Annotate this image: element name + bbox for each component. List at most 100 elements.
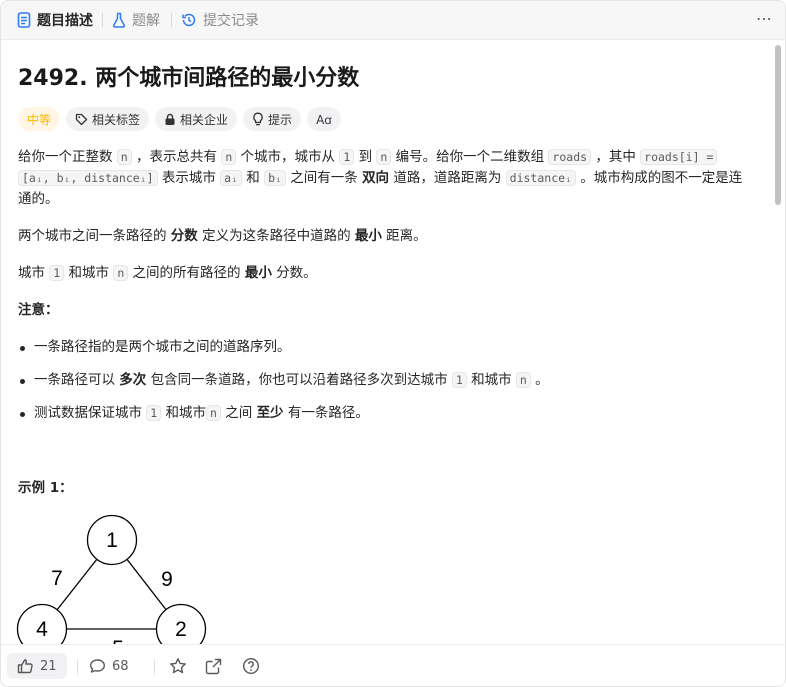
- text: 一条路径指的是两个城市之间的道路序列。: [34, 339, 291, 355]
- text: 给你一个正整数: [18, 149, 117, 165]
- graph-weight-label: 9: [161, 568, 173, 591]
- note-item-3: 测试数据保证城市 1 和城市 n 之间 至少 有一条路径。: [20, 403, 369, 424]
- scrollbar-thumb[interactable]: [775, 45, 781, 205]
- text: ，其中: [591, 149, 641, 165]
- favorite-button[interactable]: [169, 653, 193, 679]
- star-icon: [170, 658, 186, 674]
- problem-panel: 题目描述 题解 提交记录 ⋯ 2492. 两个城市间路径的最小分数 中等 相关标…: [0, 0, 786, 687]
- example-heading: 示例 1：: [18, 480, 73, 496]
- help-circle-icon: [242, 657, 260, 675]
- tab-submissions[interactable]: 提交记录: [181, 1, 259, 39]
- document-icon: [17, 12, 31, 28]
- inline-code: [aᵢ, bᵢ, distanceᵢ]: [18, 170, 158, 186]
- note-item-2: 一条路径可以 多次 包含同一条道路，你也可以沿着路径多次到达城市 1 和城市 n…: [20, 370, 549, 391]
- page-title: 2492. 两个城市间路径的最小分数: [18, 66, 360, 91]
- bold-text: 双向: [362, 170, 390, 186]
- translate-button[interactable]: Aꭤ: [307, 107, 341, 131]
- inline-code: distanceᵢ: [505, 170, 576, 186]
- hint-label: 提示: [268, 112, 293, 127]
- graph-node-1-label: 1: [106, 529, 118, 552]
- graph-weight-label: 7: [51, 567, 63, 590]
- thumbs-up-icon: [17, 659, 33, 674]
- text: 和城市: [466, 372, 516, 388]
- tag-icon: [75, 113, 88, 125]
- bold-text: 分数: [170, 228, 198, 244]
- inline-code: n: [221, 149, 237, 165]
- like-count: 21: [40, 658, 57, 674]
- description-content: 2492. 两个城市间路径的最小分数 中等 相关标签 相关企业 提示 Aꭤ 给你…: [1, 40, 769, 644]
- tab-solution-label: 题解: [132, 13, 160, 29]
- inline-code: roads[i] =: [640, 149, 718, 165]
- example-graph: 1 4 2 7 9 5: [16, 514, 207, 644]
- flask-icon: [112, 12, 126, 28]
- text: 编号。给你一个二维数组: [391, 149, 549, 165]
- inline-code: n: [206, 405, 221, 421]
- toolbar-divider: [77, 659, 78, 675]
- text: 道路，道路距离为: [389, 170, 506, 186]
- text: ，表示总共有: [131, 149, 222, 165]
- text: 之间有一条: [285, 170, 363, 186]
- lightbulb-icon: [253, 112, 263, 126]
- inline-code: 1: [146, 405, 162, 421]
- lock-icon: [165, 113, 175, 125]
- more-options-icon[interactable]: ⋯: [756, 9, 773, 28]
- share-button[interactable]: [205, 653, 228, 679]
- tab-description[interactable]: 题目描述: [17, 1, 93, 39]
- text: 定义为这条路径中道路的: [197, 228, 355, 244]
- inline-code: n: [515, 372, 531, 388]
- description-paragraph-3: 城市 1 和城市 n 之间的所有路径的 最小 分数。: [18, 263, 317, 284]
- related-tags-label: 相关标签: [92, 112, 141, 127]
- comment-icon: [90, 659, 105, 673]
- text: 有一条路径。: [283, 405, 369, 421]
- inline-code: 1: [451, 372, 467, 388]
- note-heading: 注意：: [18, 302, 59, 318]
- like-button[interactable]: 21: [7, 653, 67, 679]
- tab-divider: [102, 13, 103, 27]
- tab-description-label: 题目描述: [37, 13, 93, 29]
- text: 分数。: [271, 265, 317, 281]
- tab-solution[interactable]: 题解: [112, 1, 160, 39]
- text: 之间: [220, 405, 257, 421]
- inline-code: n: [113, 265, 129, 281]
- text: 。城市构成的图不一定是连: [575, 170, 743, 186]
- bold-text: 多次: [119, 372, 147, 388]
- tab-divider: [171, 13, 172, 27]
- comment-count: 68: [112, 658, 129, 674]
- bottom-toolbar: 21 68: [1, 644, 785, 686]
- text: 通的。: [18, 191, 59, 207]
- note-item-1: 一条路径指的是两个城市之间的道路序列。: [20, 337, 291, 358]
- toolbar-divider: [154, 659, 155, 675]
- related-tags-button[interactable]: 相关标签: [66, 107, 150, 131]
- text: 和城市: [161, 405, 207, 421]
- description-paragraph-1: 给你一个正整数 n ，表示总共有 n 个城市，城市从 1 到 n 编号。给你一个…: [18, 147, 748, 210]
- inline-code: bᵢ: [264, 170, 286, 186]
- external-link-icon: [205, 658, 222, 674]
- text: 包含同一条道路，你也可以沿着路径多次到达城市: [146, 372, 452, 388]
- inline-code: 1: [49, 265, 65, 281]
- inline-code: aᵢ: [220, 170, 243, 186]
- tab-bar: 题目描述 题解 提交记录 ⋯: [1, 1, 785, 40]
- text: 之间的所有路径的: [128, 265, 245, 281]
- text: 距离。: [381, 228, 427, 244]
- graph-node-2-label: 2: [175, 618, 187, 641]
- difficulty-badge: 中等: [18, 107, 61, 131]
- comments-button[interactable]: 68: [89, 653, 129, 679]
- related-companies-label: 相关企业: [180, 112, 229, 127]
- help-button[interactable]: [242, 653, 266, 679]
- tag-row: 中等 相关标签 相关企业 提示 Aꭤ: [18, 107, 341, 131]
- text: 到: [354, 149, 377, 165]
- text: 两个城市之间一条路径的: [18, 228, 171, 244]
- text: 测试数据保证城市: [34, 405, 147, 421]
- bold-text: 最小: [354, 228, 382, 244]
- inline-code: roads: [548, 149, 592, 165]
- inline-code: n: [116, 149, 132, 165]
- bold-text: 至少: [256, 405, 284, 421]
- text: 表示城市: [157, 170, 221, 186]
- hint-button[interactable]: 提示: [243, 107, 302, 131]
- text: 一条路径可以: [34, 372, 120, 388]
- tab-submissions-label: 提交记录: [203, 13, 259, 29]
- text: 和: [242, 170, 265, 186]
- history-icon: [182, 13, 196, 27]
- text: 城市: [18, 265, 50, 281]
- related-companies-button[interactable]: 相关企业: [155, 107, 238, 131]
